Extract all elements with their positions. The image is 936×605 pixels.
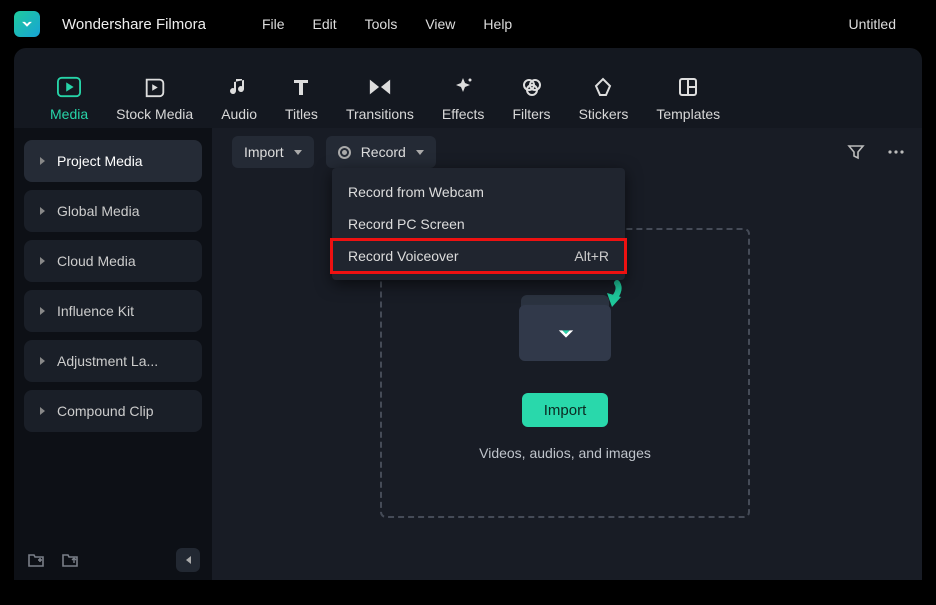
- chevron-down-icon: [294, 150, 302, 155]
- tab-audio[interactable]: Audio: [221, 76, 257, 122]
- chevron-right-icon: [40, 207, 45, 215]
- chevron-right-icon: [40, 407, 45, 415]
- menu-item-label: Record Voiceover: [348, 248, 459, 264]
- media-panel: Import Record Record from Webcam: [212, 128, 922, 580]
- menu-item-label: Record PC Screen: [348, 216, 465, 232]
- sidebar-item-label: Influence Kit: [57, 303, 134, 319]
- tab-filters[interactable]: Filters: [512, 76, 550, 122]
- tab-transitions-label: Transitions: [346, 106, 414, 122]
- audio-icon: [227, 76, 251, 98]
- folder-expand-icon[interactable]: [60, 550, 80, 570]
- dropzone-hint: Videos, audios, and images: [479, 445, 651, 461]
- tab-stock-media[interactable]: Stock Media: [116, 76, 193, 122]
- menu-help[interactable]: Help: [483, 16, 512, 32]
- tab-transitions[interactable]: Transitions: [346, 76, 414, 122]
- tab-stickers-label: Stickers: [579, 106, 629, 122]
- templates-icon: [676, 76, 700, 98]
- tab-media-label: Media: [50, 106, 88, 122]
- chevron-right-icon: [40, 257, 45, 265]
- sidebar-item-compound-clip[interactable]: Compound Clip: [24, 390, 202, 432]
- main-menu: File Edit Tools View Help: [262, 16, 512, 32]
- collapse-sidebar-button[interactable]: [176, 548, 200, 572]
- record-menu: Record from Webcam Record PC Screen Reco…: [332, 168, 625, 280]
- folder-graphic: [519, 285, 611, 363]
- import-button[interactable]: Import: [522, 393, 609, 427]
- app-logo: [14, 11, 40, 37]
- chevron-right-icon: [40, 157, 45, 165]
- effects-icon: [451, 76, 475, 98]
- work-area: Project Media Global Media Cloud Media I…: [14, 128, 922, 580]
- tab-media[interactable]: Media: [50, 76, 88, 122]
- filter-icon[interactable]: [846, 143, 866, 161]
- tab-titles-label: Titles: [285, 106, 318, 122]
- tab-audio-label: Audio: [221, 106, 257, 122]
- sidebar-item-global-media[interactable]: Global Media: [24, 190, 202, 232]
- menu-item-record-webcam[interactable]: Record from Webcam: [332, 176, 625, 208]
- menu-item-record-screen[interactable]: Record PC Screen: [332, 208, 625, 240]
- title-bar: Wondershare Filmora File Edit Tools View…: [0, 0, 936, 48]
- chevron-right-icon: [40, 307, 45, 315]
- stock-media-icon: [143, 76, 167, 98]
- sidebar-item-influence-kit[interactable]: Influence Kit: [24, 290, 202, 332]
- more-options-icon[interactable]: [886, 143, 906, 161]
- tab-stock-media-label: Stock Media: [116, 106, 193, 122]
- sidebar-item-cloud-media[interactable]: Cloud Media: [24, 240, 202, 282]
- tab-titles[interactable]: Titles: [285, 76, 318, 122]
- tab-templates[interactable]: Templates: [656, 76, 720, 122]
- chevron-left-icon: [186, 556, 191, 564]
- app-name: Wondershare Filmora: [62, 16, 206, 33]
- sidebar-footer: [26, 548, 200, 572]
- transitions-icon: [368, 76, 392, 98]
- titles-icon: [289, 76, 313, 98]
- menu-edit[interactable]: Edit: [313, 16, 337, 32]
- tab-filters-label: Filters: [512, 106, 550, 122]
- filmora-logo-icon: [557, 325, 575, 343]
- chevron-down-icon: [416, 150, 424, 155]
- sidebar-item-label: Adjustment La...: [57, 353, 158, 369]
- sidebar-item-label: Global Media: [57, 203, 140, 219]
- media-sidebar: Project Media Global Media Cloud Media I…: [14, 128, 212, 580]
- import-dropdown-label: Import: [244, 144, 284, 160]
- tab-stickers[interactable]: Stickers: [579, 76, 629, 122]
- menu-file[interactable]: File: [262, 16, 285, 32]
- menu-item-record-voiceover[interactable]: Record Voiceover Alt+R: [332, 240, 625, 272]
- menu-view[interactable]: View: [425, 16, 455, 32]
- tool-tabs-bar: Media Stock Media Audio Titles Transitio…: [14, 48, 922, 128]
- record-dropdown[interactable]: Record: [326, 136, 436, 168]
- stickers-icon: [591, 76, 615, 98]
- tab-templates-label: Templates: [656, 106, 720, 122]
- download-arrow-icon: [591, 279, 625, 319]
- sidebar-item-project-media[interactable]: Project Media: [24, 140, 202, 182]
- sidebar-item-label: Project Media: [57, 153, 143, 169]
- record-dropdown-label: Record: [361, 144, 406, 160]
- sidebar-item-label: Compound Clip: [57, 403, 154, 419]
- filters-icon: [520, 76, 544, 98]
- menu-tools[interactable]: Tools: [365, 16, 398, 32]
- sidebar-item-label: Cloud Media: [57, 253, 136, 269]
- sidebar-item-adjustment-layer[interactable]: Adjustment La...: [24, 340, 202, 382]
- media-icon: [57, 76, 81, 98]
- import-dropdown[interactable]: Import: [232, 136, 314, 168]
- record-icon: [338, 146, 351, 159]
- tab-effects-label: Effects: [442, 106, 485, 122]
- document-title: Untitled: [849, 16, 896, 32]
- new-folder-icon[interactable]: [26, 550, 46, 570]
- menu-item-label: Record from Webcam: [348, 184, 484, 200]
- chevron-right-icon: [40, 357, 45, 365]
- menu-item-shortcut: Alt+R: [574, 248, 609, 264]
- tab-effects[interactable]: Effects: [442, 76, 485, 122]
